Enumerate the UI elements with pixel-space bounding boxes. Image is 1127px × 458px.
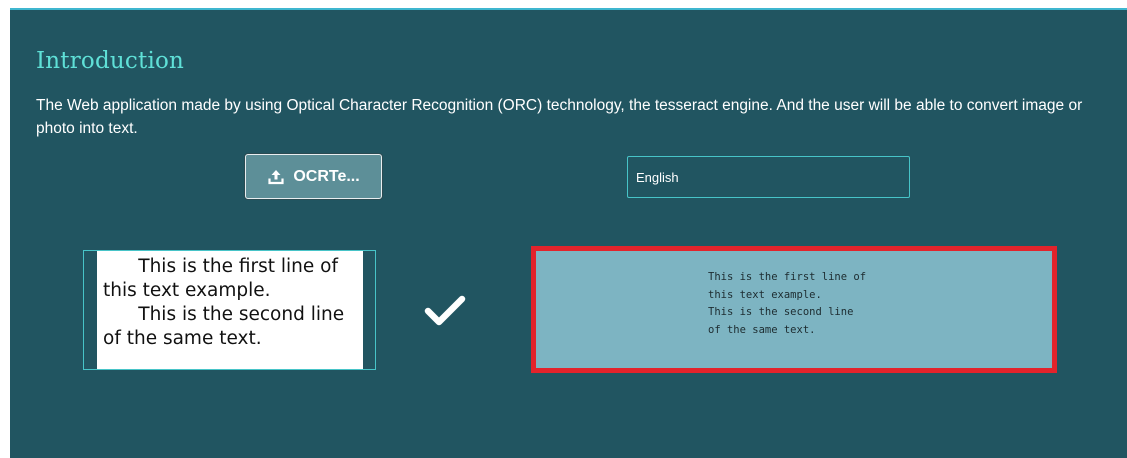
- source-image: This is the first line of this text exam…: [97, 251, 363, 369]
- checkmark-icon: [424, 295, 466, 326]
- intro-description: The Web application made by using Optica…: [36, 97, 1083, 137]
- upload-icon: [267, 168, 285, 186]
- language-select[interactable]: English: [627, 156, 910, 198]
- upload-button-label: OCRTe...: [293, 167, 360, 185]
- language-select-value: English: [636, 169, 679, 185]
- source-image-frame: This is the first line of this text exam…: [83, 250, 376, 370]
- page-title: Introduction: [36, 48, 185, 74]
- upload-button[interactable]: OCRTe...: [245, 154, 382, 199]
- ocr-result-box: This is the first line of this text exam…: [531, 246, 1057, 373]
- intro-panel: Introduction The Web application made by…: [10, 8, 1127, 458]
- ocr-result-text: This is the first line of this text exam…: [708, 271, 867, 336]
